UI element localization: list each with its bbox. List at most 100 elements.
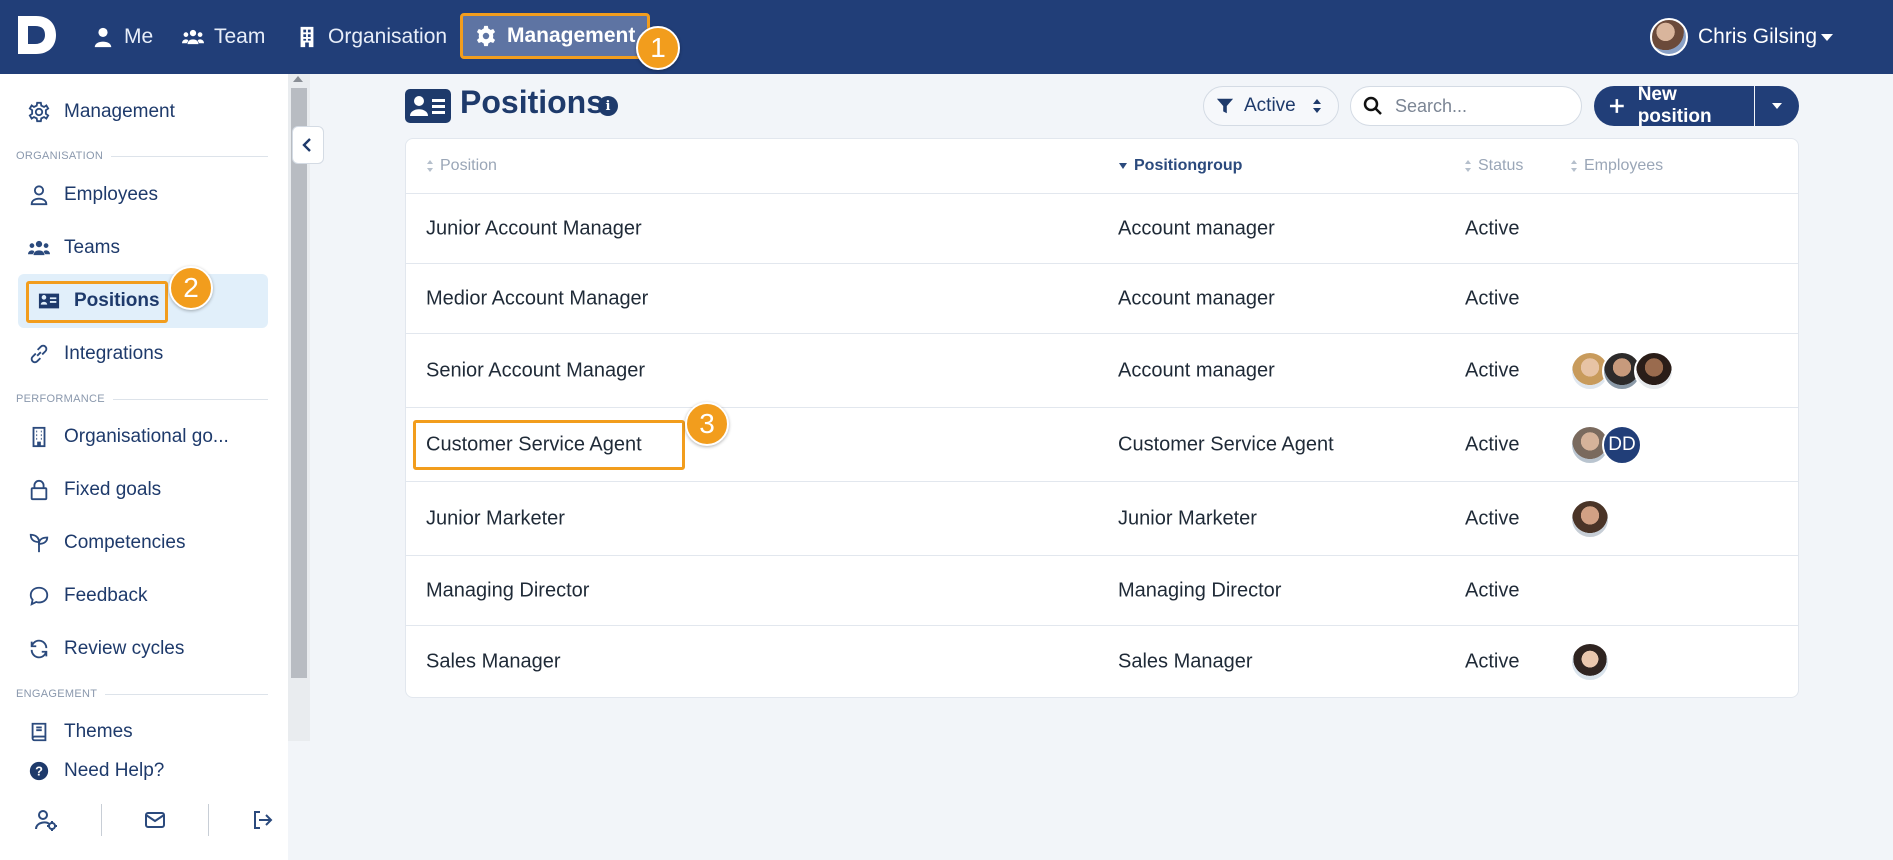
step-badge-3: 3	[685, 402, 729, 446]
table-row[interactable]: Sales Manager Sales Manager Active	[406, 625, 1798, 698]
column-header-position[interactable]: Position	[426, 139, 497, 193]
column-label: Position	[440, 157, 497, 174]
section-label: ORGANISATION	[16, 150, 104, 162]
column-header-positiongroup[interactable]: Positiongroup	[1118, 139, 1242, 193]
building-icon	[300, 26, 314, 48]
column-header-employees[interactable]: Employees	[1570, 139, 1663, 193]
avatar[interactable]	[1634, 350, 1674, 391]
mail-icon	[145, 812, 165, 828]
sprout-icon	[29, 533, 49, 553]
chevron-left-icon	[302, 138, 311, 152]
people-icon	[182, 29, 204, 45]
account-settings-button[interactable]	[26, 800, 66, 840]
new-position-button[interactable]: New position	[1594, 84, 1754, 127]
need-help-link[interactable]: ? Need Help?	[28, 751, 164, 791]
cell-position: Senior Account Manager	[426, 359, 646, 381]
sidebar-item-integrations[interactable]: Integrations	[28, 334, 163, 374]
messages-button[interactable]	[135, 800, 175, 840]
cell-positiongroup: Customer Service Agent	[1118, 433, 1334, 455]
table-row[interactable]: Junior Marketer Junior Marketer Active	[406, 481, 1798, 555]
nav-team[interactable]: Team	[182, 0, 265, 74]
new-position-dropdown[interactable]	[1755, 86, 1799, 126]
sidebar-item-label: Competencies	[64, 532, 186, 553]
section-label: PERFORMANCE	[16, 393, 105, 405]
need-help-label: Need Help?	[64, 760, 165, 781]
status-filter[interactable]: Active	[1203, 86, 1339, 126]
nav-management[interactable]: Management	[460, 13, 651, 59]
help-circle-icon: ?	[29, 761, 49, 781]
logout-button[interactable]	[242, 800, 282, 840]
scroll-up-icon[interactable]	[293, 76, 303, 82]
table-row[interactable]: Managing Director Managing Director Acti…	[406, 555, 1798, 625]
cell-positiongroup: Account manager	[1118, 359, 1275, 381]
chat-bubble-icon	[29, 586, 49, 606]
divider	[101, 804, 102, 836]
cell-status: Active	[1465, 433, 1520, 455]
cell-positiongroup: Sales Manager	[1118, 650, 1253, 673]
table-row[interactable]: Senior Account Manager Account manager A…	[406, 333, 1798, 407]
filter-label: Active	[1244, 95, 1296, 116]
cell-positiongroup: Account manager	[1118, 217, 1275, 239]
cell-position: Managing Director	[426, 579, 590, 601]
plus-icon	[1609, 99, 1624, 113]
cell-status: Active	[1465, 579, 1520, 601]
avatar[interactable]	[1570, 498, 1610, 539]
svg-text:?: ?	[35, 764, 43, 779]
sidebar-scrollbar-thumb[interactable]	[291, 88, 307, 678]
nav-me[interactable]: Me	[92, 0, 153, 74]
sidebar-item-management[interactable]: Management	[28, 92, 175, 132]
logo-icon[interactable]	[14, 14, 58, 56]
nav-organisation[interactable]: Organisation	[296, 0, 447, 74]
table-row[interactable]: Junior Account Manager Account manager A…	[406, 193, 1798, 263]
info-icon[interactable]: i	[598, 96, 618, 116]
caret-down-icon	[1772, 103, 1782, 109]
new-position-label: New position	[1637, 84, 1712, 127]
search-icon	[1363, 96, 1382, 115]
section-performance: PERFORMANCE	[16, 393, 268, 405]
column-header-status[interactable]: Status	[1464, 139, 1523, 193]
sidebar-item-label: Themes	[64, 721, 133, 742]
logout-icon	[254, 811, 273, 829]
cell-status: Active	[1465, 359, 1520, 381]
search-input[interactable]	[1395, 95, 1565, 117]
sidebar-item-feedback[interactable]: Feedback	[28, 576, 147, 616]
person-icon	[94, 27, 112, 48]
positions-table: Position Positiongroup Status Employees …	[405, 138, 1799, 698]
search-box[interactable]	[1350, 86, 1582, 126]
avatar-initials[interactable]: DD	[1602, 424, 1642, 465]
cell-status: Active	[1465, 650, 1520, 673]
nav-me-label: Me	[124, 25, 154, 48]
user-menu[interactable]: Chris Gilsing	[1649, 0, 1833, 74]
sidebar-item-label: Management	[64, 101, 175, 122]
sidebar-item-teams[interactable]: Teams	[28, 228, 120, 268]
sidebar-item-themes[interactable]: Themes	[28, 712, 133, 752]
sidebar-item-label: Teams	[64, 237, 120, 258]
sidebar-item-label: Employees	[64, 184, 158, 205]
column-label: Employees	[1584, 157, 1664, 174]
employee-avatars: DD	[1570, 424, 1642, 465]
employee-avatars	[1570, 642, 1610, 682]
sidebar-item-competencies[interactable]: Competencies	[28, 523, 185, 563]
customer-service-agent-highlight	[413, 420, 685, 470]
cell-position: Sales Manager	[426, 650, 561, 673]
table-row[interactable]: Medior Account Manager Account manager A…	[406, 263, 1798, 333]
gear-icon	[476, 25, 496, 47]
top-navigation: Me Team Organisation Management Chris Gi…	[0, 0, 1893, 74]
employee-avatars	[1570, 350, 1674, 391]
cell-positiongroup: Account manager	[1118, 287, 1275, 309]
filter-icon	[1216, 98, 1234, 114]
sidebar-item-label: Organisational go...	[64, 426, 229, 447]
cell-positiongroup: Managing Director	[1118, 579, 1282, 601]
sidebar-item-fixed-goals[interactable]: Fixed goals	[28, 470, 161, 510]
id-card-icon	[410, 96, 445, 116]
column-label: Status	[1478, 157, 1524, 174]
collapse-sidebar-button[interactable]	[292, 126, 324, 164]
sidebar-item-organisational-goals[interactable]: Organisational go...	[28, 417, 229, 457]
sort-icon	[1465, 160, 1471, 172]
sidebar-item-review-cycles[interactable]: Review cycles	[28, 629, 184, 669]
avatar[interactable]	[1570, 642, 1610, 682]
sidebar-item-employees[interactable]: Employees	[28, 175, 158, 215]
chevron-down-icon	[1821, 33, 1833, 41]
user-gear-icon	[35, 810, 57, 831]
sort-icon	[1312, 99, 1321, 113]
